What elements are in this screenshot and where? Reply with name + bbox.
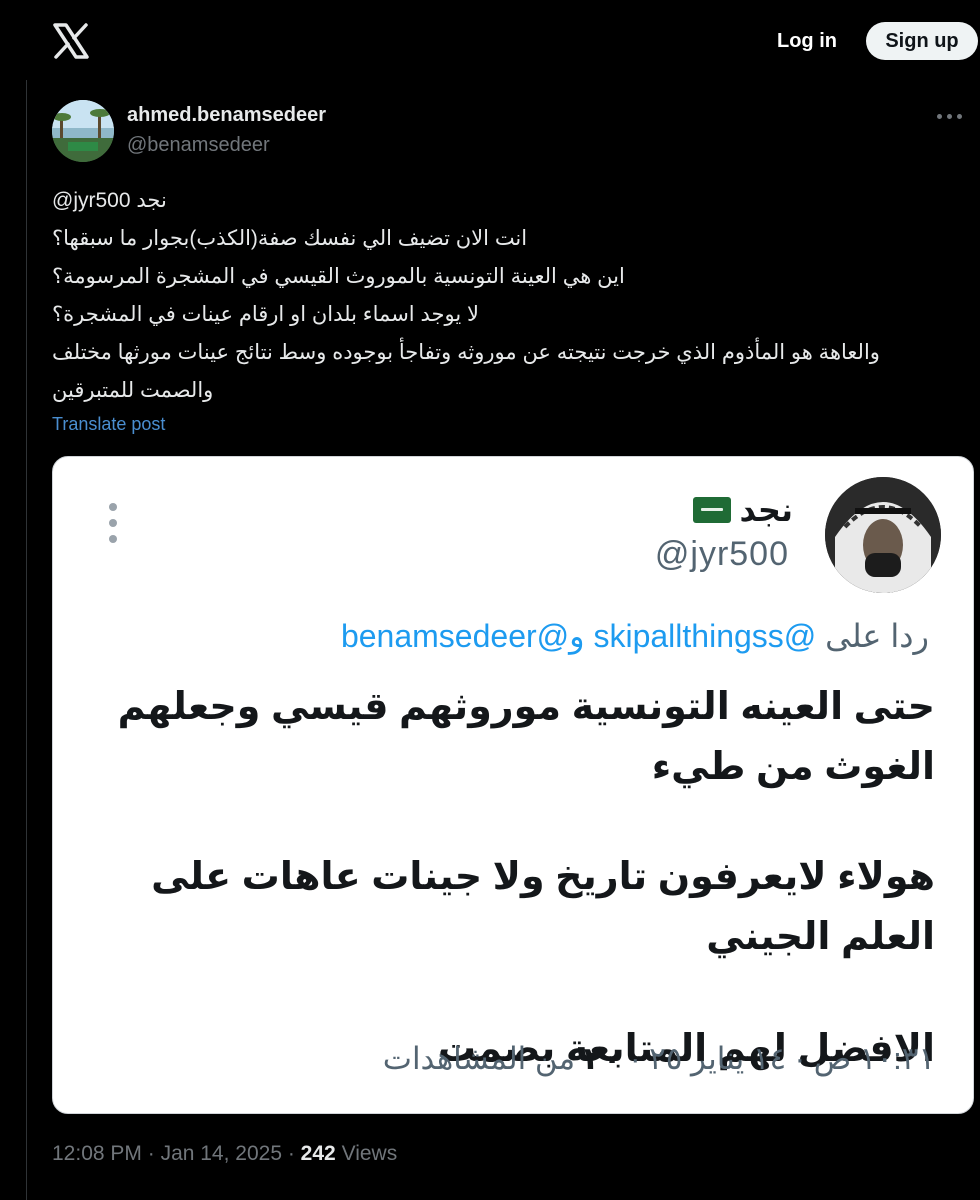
- embedded-views-count: ٣٠: [583, 1041, 622, 1076]
- embedded-author-name: نجد: [693, 491, 793, 529]
- embedded-meta: ١٠:٣١ ص · ١٤ يناير ٢٥ · ٣٠ من المشاهدات: [382, 1041, 935, 1076]
- login-button[interactable]: Log in: [760, 22, 854, 60]
- more-options-icon[interactable]: [932, 104, 966, 128]
- tweet-meta: 12:08 PM · Jan 14, 2025 · 242 Views: [52, 1142, 398, 1165]
- author-handle[interactable]: @benamsedeer: [127, 134, 270, 157]
- tweet-mention-line[interactable]: @jyr500 نجد: [52, 182, 962, 220]
- tweet-line: لا يوجد اسماء بلدان او ارقام عينات في ال…: [52, 303, 479, 326]
- saudi-flag-icon: [693, 497, 732, 523]
- x-logo-icon[interactable]: [52, 22, 90, 60]
- embedded-image[interactable]: نجد @jyr500 ردا على @skipallthingss و@be…: [52, 456, 974, 1114]
- translate-post-link[interactable]: Translate post: [52, 414, 165, 435]
- tweet-date[interactable]: Jan 14, 2025: [161, 1142, 282, 1165]
- reply-prefix: ردا على: [825, 618, 929, 654]
- vertical-more-icon: [109, 503, 119, 543]
- embedded-paragraph: هولاء لايعرفون تاريخ ولا جينات عاهات على…: [151, 856, 935, 958]
- tweet-text: @jyr500 نجد انت الان تضيف الي نفسك صفة(ا…: [52, 182, 962, 410]
- embedded-author-avatar: [825, 477, 941, 593]
- signup-button[interactable]: Sign up: [866, 22, 978, 60]
- author-name[interactable]: ahmed.benamsedeer: [127, 104, 326, 127]
- author-avatar[interactable]: [52, 100, 114, 162]
- embedded-tweet-body: حتى العينه التونسية موروثهم قيسي وجعلهم …: [93, 677, 935, 1079]
- column-divider: [26, 80, 27, 1200]
- tweet-line: والعاهة هو المأذوم الذي خرجت نتيجته عن م…: [52, 341, 880, 364]
- embedded-author-handle: @jyr500: [654, 535, 789, 573]
- views-label: Views: [341, 1142, 398, 1165]
- embedded-author-name-text: نجد: [739, 492, 793, 528]
- reply-handle: @skipallthingss: [593, 618, 817, 654]
- embedded-paragraph: حتى العينه التونسية موروثهم قيسي وجعلهم …: [117, 686, 935, 788]
- embedded-time: ١٠:٣١ ص: [813, 1041, 935, 1076]
- reply-handle: @benamsedeer: [340, 618, 570, 654]
- tweet-line: انت الان تضيف الي نفسك صفة(الكذب)بجوار م…: [52, 227, 528, 250]
- tweet-time[interactable]: 12:08 PM: [52, 1142, 142, 1165]
- embedded-date: ١٤ يناير ٢٥: [649, 1041, 787, 1076]
- reply-and: و: [569, 618, 585, 654]
- tweet-line: اين هي العينة التونسية بالموروث القيسي ف…: [52, 265, 625, 288]
- embedded-reply-line: ردا على @skipallthingss و@benamsedeer: [341, 617, 929, 655]
- tweet-line: والصمت للمتبرقين: [52, 379, 214, 402]
- embedded-views-label: من المشاهدات: [382, 1041, 576, 1076]
- views-count: 242: [300, 1142, 336, 1165]
